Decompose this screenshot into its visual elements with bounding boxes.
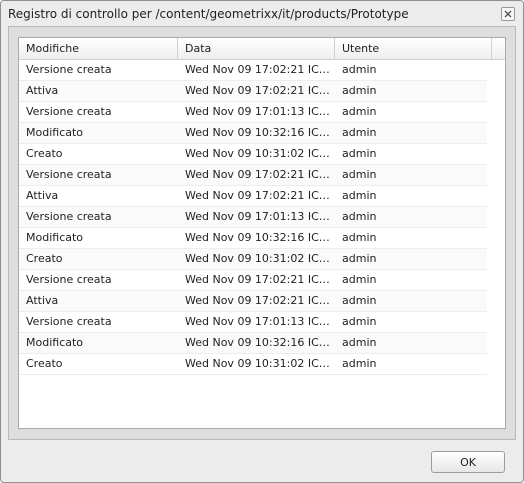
change-cell: Creato xyxy=(26,357,63,370)
grid-header: Modifiche Data Utente xyxy=(19,38,505,60)
column-header-modifiche[interactable]: Modifiche xyxy=(19,38,178,59)
table-row[interactable]: Modificato Wed Nov 09 10:32:16 ICT 2... ad… xyxy=(19,123,487,144)
date-cell: Wed Nov 09 17:02:21 ICT 2... xyxy=(185,84,335,97)
change-cell: Attiva xyxy=(26,84,59,97)
table-row[interactable]: Versione creata Wed Nov 09 17:01:13 ICT 2… xyxy=(19,207,487,228)
table-row[interactable]: Modificato Wed Nov 09 10:32:16 ICT 2... ad… xyxy=(19,333,487,354)
date-cell: Wed Nov 09 17:02:21 ICT 2... xyxy=(185,168,335,181)
change-cell: Versione creata xyxy=(26,63,112,76)
change-cell: Modificato xyxy=(26,231,84,244)
close-icon xyxy=(504,10,512,18)
change-cell: Versione creata xyxy=(26,210,112,223)
table-row[interactable]: Creato Wed Nov 09 10:31:02 ICT 2... admin xyxy=(19,354,487,375)
dialog-titlebar[interactable]: Registro di controllo per /content/geome… xyxy=(1,1,523,27)
table-row[interactable]: Versione creata Wed Nov 09 17:02:21 ICT 2… xyxy=(19,60,487,81)
audit-log-dialog: Registro di controllo per /content/geome… xyxy=(0,0,524,483)
date-cell: Wed Nov 09 10:31:02 ICT 2... xyxy=(185,357,335,370)
user-cell: admin xyxy=(342,315,377,328)
user-cell: admin xyxy=(342,63,377,76)
table-row[interactable]: Modificato Wed Nov 09 10:32:16 ICT 2... ad… xyxy=(19,228,487,249)
table-row[interactable]: Attiva Wed Nov 09 17:02:21 ICT 2... admin xyxy=(19,291,487,312)
change-cell: Modificato xyxy=(26,336,84,349)
change-cell: Attiva xyxy=(26,189,59,202)
user-cell: admin xyxy=(342,189,377,202)
dialog-title: Registro di controllo per /content/geome… xyxy=(8,7,409,21)
user-cell: admin xyxy=(342,168,377,181)
date-cell: Wed Nov 09 17:02:21 ICT 2... xyxy=(185,273,335,286)
date-cell: Wed Nov 09 17:02:21 ICT 2... xyxy=(185,189,335,202)
user-cell: admin xyxy=(342,273,377,286)
close-button[interactable] xyxy=(501,7,515,21)
ok-button[interactable]: OK xyxy=(431,451,505,473)
change-cell: Versione creata xyxy=(26,168,112,181)
user-cell: admin xyxy=(342,231,377,244)
date-cell: Wed Nov 09 10:32:16 ICT 2... xyxy=(185,231,335,244)
table-row[interactable]: Attiva Wed Nov 09 17:02:21 ICT 2... admin xyxy=(19,186,487,207)
change-cell: Creato xyxy=(26,147,63,160)
audit-log-grid[interactable]: Modifiche Data Utente Versione creata Wed… xyxy=(18,37,506,429)
table-row[interactable]: Versione creata Wed Nov 09 17:01:13 ICT 2… xyxy=(19,102,487,123)
table-row[interactable]: Creato Wed Nov 09 10:31:02 ICT 2... admin xyxy=(19,144,487,165)
user-cell: admin xyxy=(342,84,377,97)
date-cell: Wed Nov 09 17:01:13 ICT 2... xyxy=(185,315,335,328)
table-row[interactable]: Attiva Wed Nov 09 17:02:21 ICT 2... admin xyxy=(19,81,487,102)
table-row[interactable]: Versione creata Wed Nov 09 17:02:21 ICT 2… xyxy=(19,165,487,186)
table-row[interactable]: Versione creata Wed Nov 09 17:01:13 ICT 2… xyxy=(19,312,487,333)
date-cell: Wed Nov 09 10:32:16 ICT 2... xyxy=(185,336,335,349)
date-cell: Wed Nov 09 17:02:21 ICT 2... xyxy=(185,63,335,76)
change-cell: Versione creata xyxy=(26,273,112,286)
date-cell: Wed Nov 09 17:01:13 ICT 2... xyxy=(185,210,335,223)
date-cell: Wed Nov 09 17:01:13 ICT 2... xyxy=(185,105,335,118)
user-cell: admin xyxy=(342,294,377,307)
user-cell: admin xyxy=(342,147,377,160)
user-cell: admin xyxy=(342,252,377,265)
dialog-body: Modifiche Data Utente Versione creata Wed… xyxy=(8,26,516,440)
change-cell: Attiva xyxy=(26,294,59,307)
column-header-utente[interactable]: Utente xyxy=(335,38,492,59)
user-cell: admin xyxy=(342,336,377,349)
user-cell: admin xyxy=(342,357,377,370)
column-header-data[interactable]: Data xyxy=(178,38,335,59)
date-cell: Wed Nov 09 17:02:21 ICT 2... xyxy=(185,294,335,307)
change-cell: Creato xyxy=(26,252,63,265)
change-cell: Versione creata xyxy=(26,315,112,328)
date-cell: Wed Nov 09 10:31:02 ICT 2... xyxy=(185,147,335,160)
user-cell: admin xyxy=(342,210,377,223)
user-cell: admin xyxy=(342,105,377,118)
table-row[interactable]: Creato Wed Nov 09 10:31:02 ICT 2... admin xyxy=(19,249,487,270)
table-row[interactable]: Versione creata Wed Nov 09 17:02:21 ICT 2… xyxy=(19,270,487,291)
change-cell: Versione creata xyxy=(26,105,112,118)
date-cell: Wed Nov 09 10:32:16 ICT 2... xyxy=(185,126,335,139)
change-cell: Modificato xyxy=(26,126,84,139)
column-header-spacer xyxy=(492,38,505,59)
date-cell: Wed Nov 09 10:31:02 ICT 2... xyxy=(185,252,335,265)
user-cell: admin xyxy=(342,126,377,139)
